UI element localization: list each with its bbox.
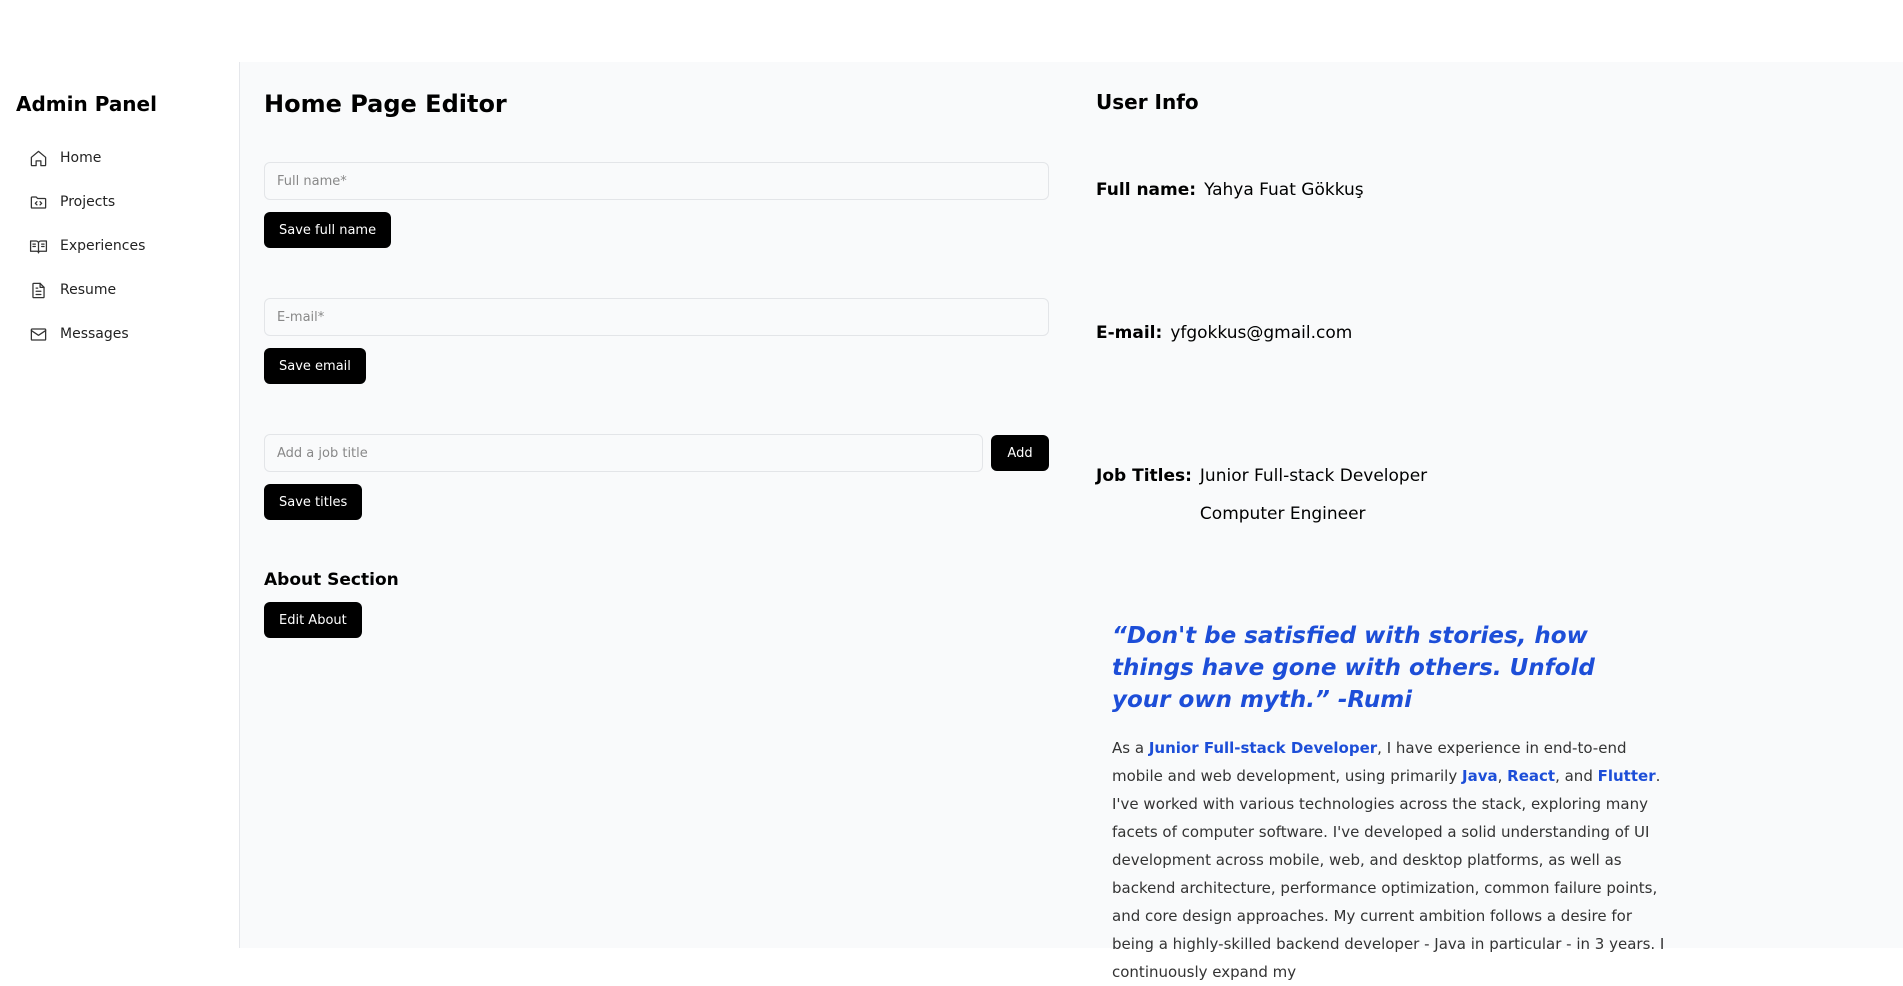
sidebar-item-home[interactable]: Home	[16, 136, 239, 180]
email-block: Save email	[264, 298, 1049, 384]
mail-icon	[28, 324, 48, 344]
about-section-heading: About Section	[264, 570, 399, 590]
app-root: Admin Panel Home Projects Experiences Re…	[0, 62, 1903, 981]
page-title: Home Page Editor	[264, 90, 507, 118]
job-title-item: Computer Engineer	[1199, 504, 1366, 524]
home-page-editor: Home Page Editor Save full name Save ema…	[240, 62, 1096, 948]
file-text-icon	[28, 280, 48, 300]
job-titles-row: Job Titles: Junior Full-stack Developer …	[1096, 466, 1427, 530]
sidebar-item-resume[interactable]: Resume	[16, 268, 239, 312]
about-quote: “Don't be satisfied with stories, how th…	[1112, 623, 1595, 713]
job-titles-block: Add Save titles	[264, 434, 1049, 520]
full-name-row: Full name: Yahya Fuat Gökkuş	[1096, 180, 1364, 200]
folder-code-icon	[28, 192, 48, 212]
user-info-panel: User Info Full name: Yahya Fuat Gökkuş E…	[1096, 62, 1896, 981]
full-name-label: Full name:	[1096, 180, 1197, 200]
sidebar-item-label: Projects	[60, 194, 116, 210]
edit-about-button[interactable]: Edit About	[264, 602, 362, 638]
sidebar-item-projects[interactable]: Projects	[16, 180, 239, 224]
job-title-item: Junior Full-stack Developer	[1199, 466, 1428, 486]
about-text-part: , and	[1555, 767, 1598, 785]
full-name-block: Save full name	[264, 162, 1049, 248]
about-text-part: ,	[1497, 767, 1508, 785]
about-text: As a Junior Full-stack Developer, I have…	[1112, 734, 1672, 986]
sidebar-title: Admin Panel	[16, 92, 157, 116]
add-job-title-button[interactable]: Add	[991, 435, 1049, 471]
job-titles-list: Junior Full-stack Developer Computer Eng…	[1200, 466, 1427, 530]
save-email-button[interactable]: Save email	[264, 348, 366, 384]
sidebar: Admin Panel Home Projects Experiences Re…	[0, 62, 240, 948]
full-name-value: Yahya Fuat Gökkuş	[1204, 180, 1364, 200]
about-highlight: Junior Full-stack Developer	[1148, 739, 1378, 757]
user-info-title: User Info	[1096, 90, 1199, 114]
email-input[interactable]	[264, 298, 1049, 336]
save-titles-button[interactable]: Save titles	[264, 484, 363, 520]
about-text-part: . I've worked with various technologies …	[1112, 767, 1665, 981]
sidebar-item-label: Messages	[60, 326, 129, 342]
about-highlight: Java	[1462, 767, 1498, 785]
about-highlight: Flutter	[1597, 767, 1656, 785]
sidebar-item-messages[interactable]: Messages	[16, 312, 239, 356]
sidebar-item-label: Resume	[60, 282, 117, 298]
save-full-name-button[interactable]: Save full name	[264, 212, 392, 248]
sidebar-item-label: Home	[60, 150, 102, 166]
job-title-input[interactable]	[264, 434, 983, 472]
email-label: E-mail:	[1096, 323, 1163, 343]
job-titles-label: Job Titles:	[1096, 466, 1192, 486]
job-title-row: Add	[264, 434, 1049, 472]
home-icon	[28, 148, 48, 168]
about-highlight: React	[1507, 767, 1556, 785]
sidebar-item-label: Experiences	[60, 238, 146, 254]
about-block: About Section Edit About	[264, 570, 1096, 638]
full-name-input[interactable]	[264, 162, 1049, 200]
about-text-part: As a	[1112, 739, 1149, 757]
sidebar-item-experiences[interactable]: Experiences	[16, 224, 239, 268]
email-value: yfgokkus@gmail.com	[1170, 323, 1353, 343]
book-open-icon	[28, 236, 48, 256]
email-row: E-mail: yfgokkus@gmail.com	[1096, 323, 1352, 343]
